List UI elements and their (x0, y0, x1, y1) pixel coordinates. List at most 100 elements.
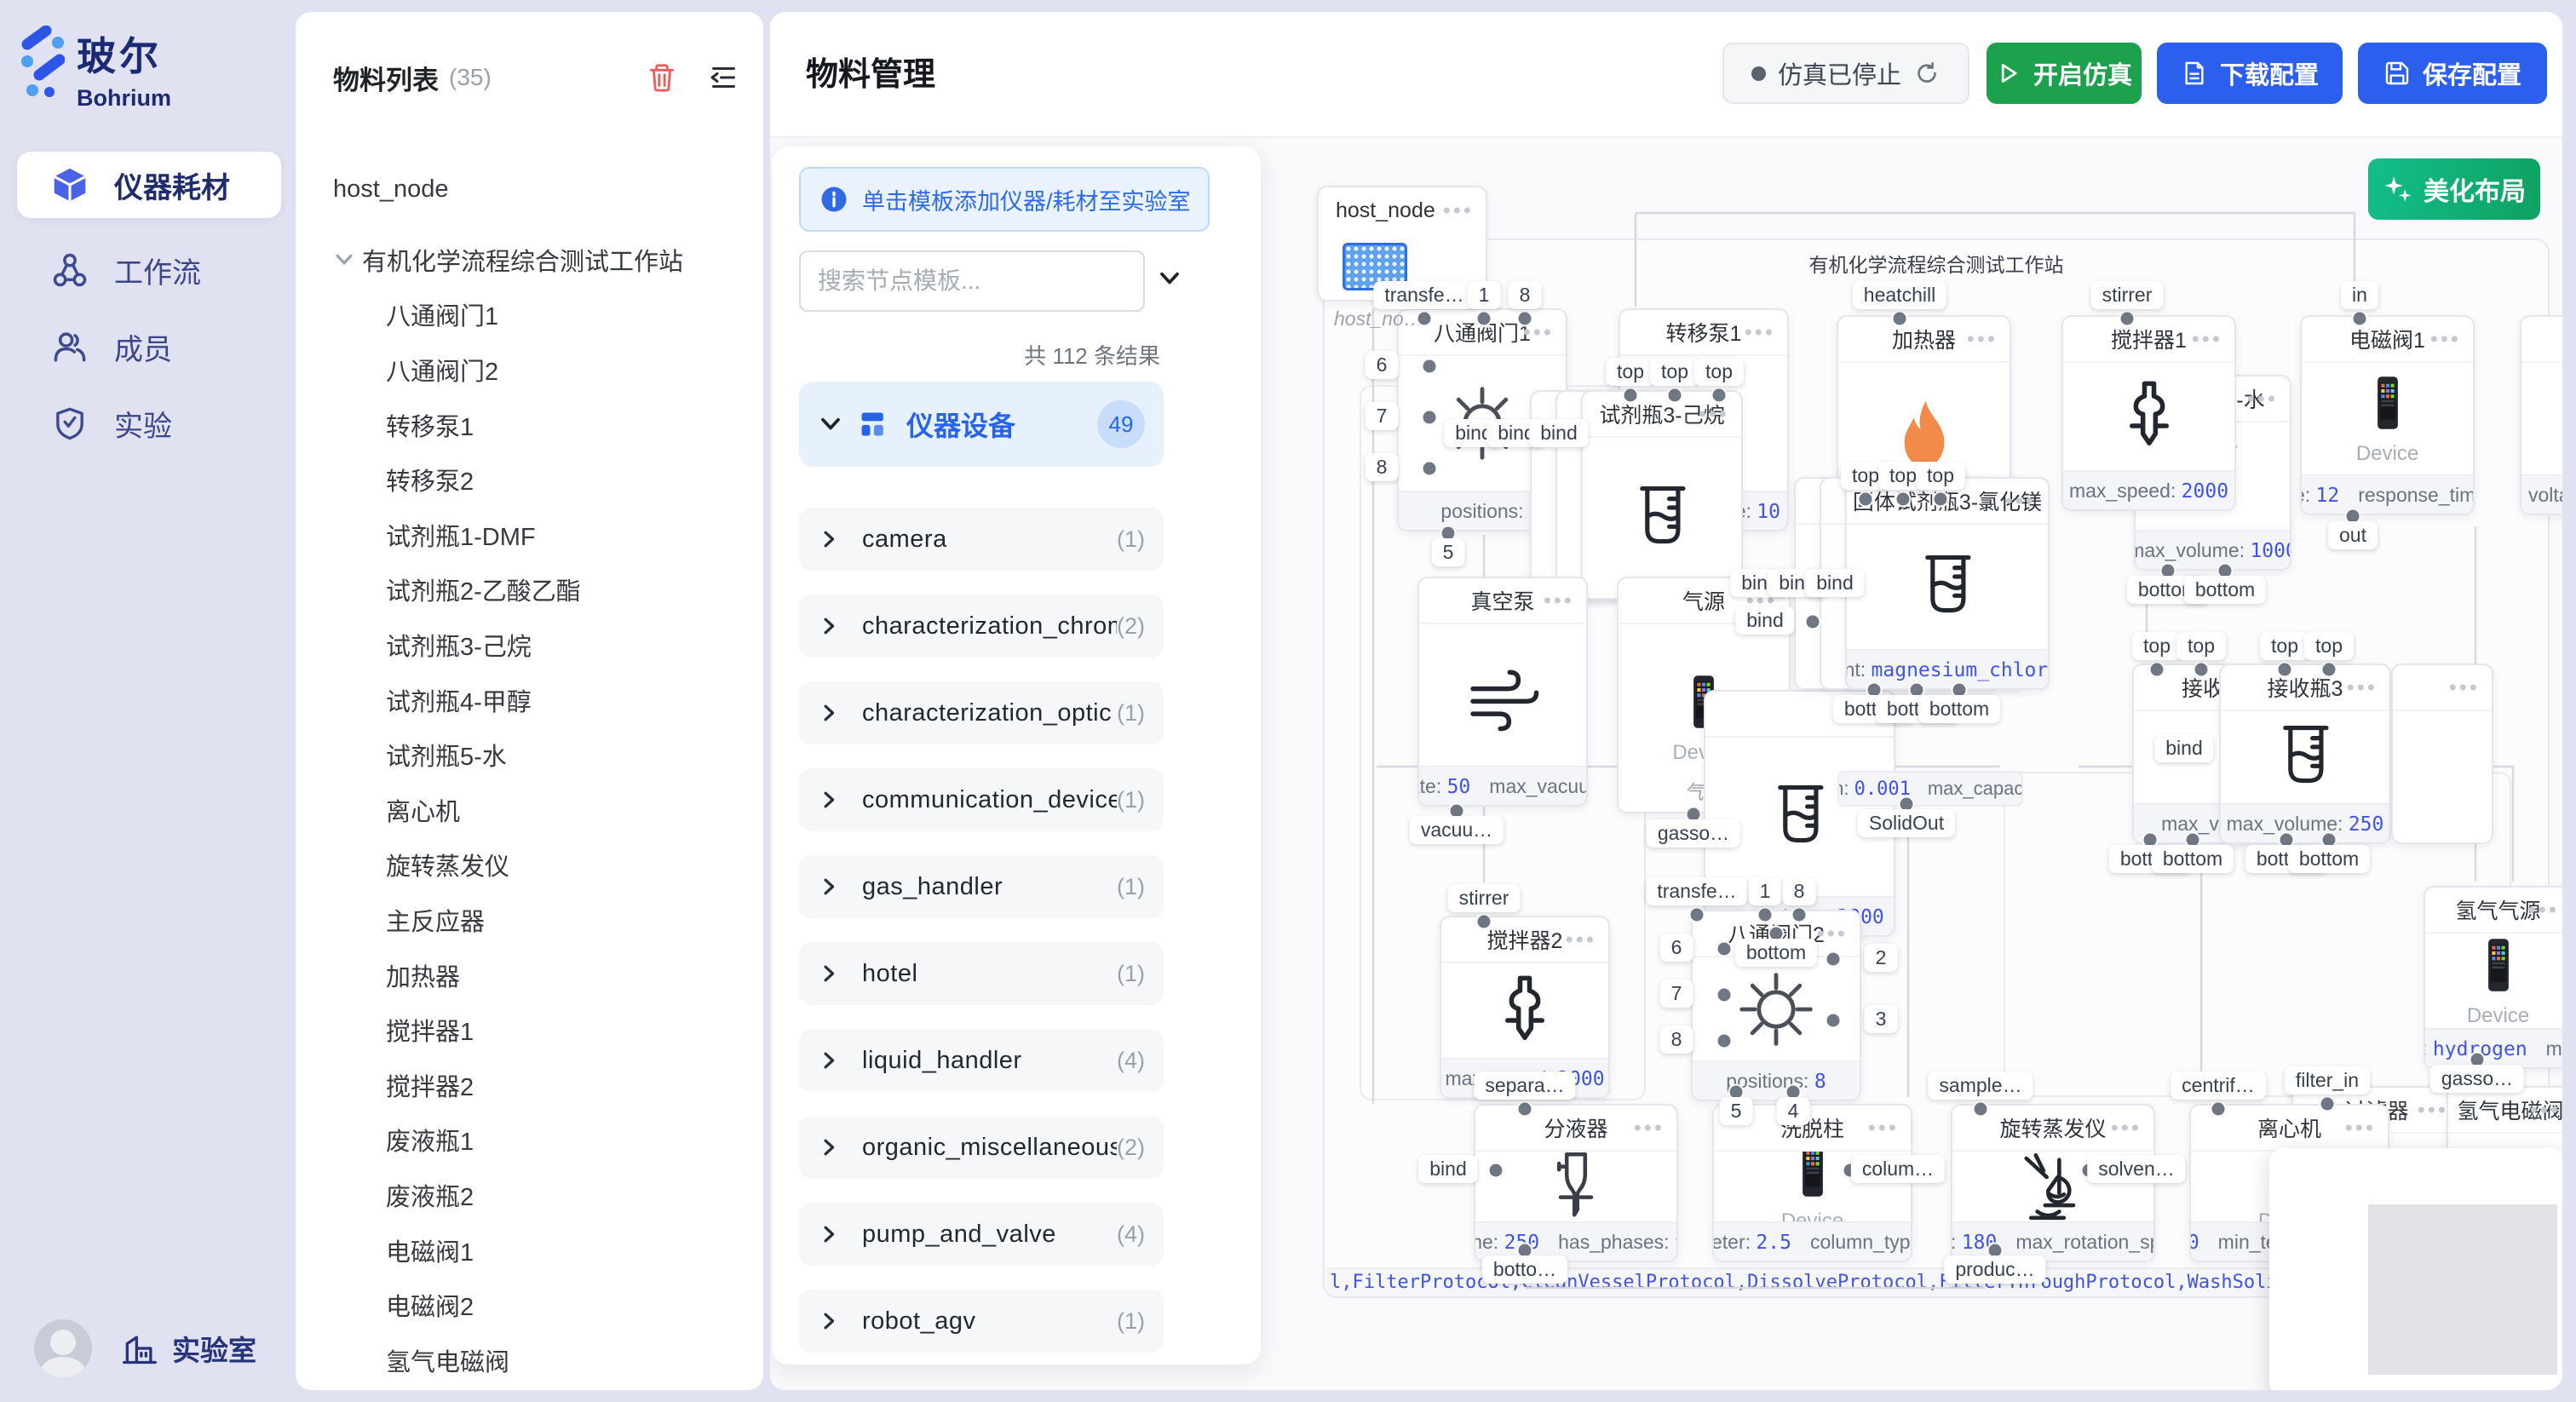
port-handle[interactable] (1826, 951, 1842, 968)
port-handle[interactable] (1805, 614, 1821, 630)
port-handle[interactable] (2320, 1096, 2336, 1112)
node-menu-icon[interactable]: ••• (1817, 921, 1848, 947)
node-menu-icon[interactable]: ••• (2530, 1097, 2561, 1123)
node-固体试剂瓶3-氯化镁[interactable]: 固体试剂瓶3-氯化镁••• agent: magnesium_chloride (1845, 477, 2050, 690)
node-洗脱柱[interactable]: 洗脱柱••• Devicediameter: 2.5column_type: s… (1712, 1104, 1912, 1262)
port-handle[interactable] (2352, 311, 2368, 327)
port-handle[interactable] (2194, 662, 2210, 678)
node-电磁阀2[interactable]: 电磁阀2•••voltage: 12 (2520, 315, 2562, 515)
port-handle[interactable] (1422, 359, 1438, 375)
node-menu-icon[interactable]: ••• (2449, 675, 2480, 701)
minimap-viewport[interactable] (2368, 1204, 2557, 1375)
port-handle[interactable] (1422, 461, 1438, 477)
port-handle[interactable] (1895, 491, 1912, 508)
port-handle[interactable] (1858, 491, 1874, 508)
node-menu-icon[interactable]: ••• (2430, 326, 2461, 353)
tree-item[interactable]: 氢气电磁阀 (333, 1332, 750, 1388)
tree-item[interactable]: 八通阀门2 (333, 342, 750, 398)
node-menu-icon[interactable]: ••• (2418, 1097, 2448, 1123)
port-handle[interactable] (1791, 907, 1808, 923)
sidebar-item-laboratory[interactable]: 实验室 (121, 1328, 256, 1369)
tree-item[interactable]: 离心机 (333, 783, 750, 838)
port-handle[interactable] (2277, 662, 2293, 678)
port-handle[interactable] (1711, 388, 1728, 404)
tree-item[interactable]: 转移泵2 (333, 452, 750, 508)
category-row-characterization_chromatic[interactable]: characterization_chromatic(2) (799, 595, 1164, 658)
tree-item-root[interactable]: host_node (333, 162, 750, 217)
node-menu-icon[interactable]: ••• (1634, 1115, 1665, 1141)
node-分液器[interactable]: 分液器••• volume: 250has_phases: true (1474, 1104, 1678, 1262)
node-menu-icon[interactable]: ••• (2247, 386, 2278, 412)
category-row-robot_agv[interactable]: robot_agv(1) (799, 1290, 1164, 1353)
tree-item[interactable]: 加热器 (333, 947, 750, 1003)
port-handle[interactable] (1716, 987, 1733, 1003)
beautify-layout-button[interactable]: 美化布局 (2368, 158, 2540, 220)
refresh-icon[interactable] (1913, 60, 1941, 87)
tree-item[interactable]: 搅拌器1 (333, 1003, 750, 1058)
port-handle[interactable] (1517, 311, 1533, 327)
node-试剂瓶3-己烷[interactable]: 试剂瓶3-己烷••• (1581, 390, 1743, 600)
category-row-liquid_handler[interactable]: liquid_handler(4) (799, 1029, 1164, 1092)
simulation-status-badge[interactable]: 仿真已停止 (1722, 43, 1969, 104)
tree-item[interactable]: 搅拌器2 (333, 1058, 750, 1113)
node-menu-icon[interactable]: ••• (1566, 927, 1596, 953)
sidebar-item-workflow[interactable]: 工作流 (17, 237, 281, 303)
tree-item[interactable]: 电磁阀1 (333, 1222, 750, 1278)
port-handle[interactable] (1667, 388, 1683, 404)
sidebar-item-instruments[interactable]: 仪器耗材 (17, 152, 281, 218)
port-handle[interactable] (1892, 311, 1908, 327)
node-真空泵[interactable]: 真空泵••• ump_rate: 50max_vacuum: 0.1 (1417, 577, 1588, 807)
node-旋转蒸发仪[interactable]: 旋转蒸发仪••• temp: 180max_rotation_speed: (1951, 1104, 2155, 1262)
tree-item[interactable]: 电磁阀2 (333, 1278, 750, 1333)
trash-icon[interactable] (646, 61, 678, 94)
port-handle[interactable] (1716, 1033, 1733, 1049)
node-menu-icon[interactable]: ••• (2347, 675, 2378, 701)
tree-item[interactable]: 主反应器 (333, 893, 750, 948)
tree-item[interactable]: 试剂瓶2-乙酸乙酯 (333, 562, 750, 618)
port-handle[interactable] (1826, 1013, 1842, 1029)
node-menu-icon[interactable]: ••• (2005, 488, 2036, 514)
port-handle[interactable] (1417, 311, 1433, 327)
tree-item[interactable]: 八通阀门1 (333, 287, 750, 342)
category-row-communication_devices[interactable]: communication_devices(1) (799, 768, 1164, 831)
port-handle[interactable] (1623, 388, 1639, 404)
category-group-instruments[interactable]: 仪器设备 49 (799, 382, 1164, 467)
category-row-gas_handler[interactable]: gas_handler(1) (799, 855, 1164, 918)
port-handle[interactable] (2119, 311, 2136, 327)
node-搅拌器1[interactable]: 搅拌器1••• max_speed: 2000 (2061, 315, 2236, 511)
port-handle[interactable] (1757, 907, 1774, 923)
tree-item[interactable]: 废液瓶2 (333, 1168, 750, 1223)
tree-item[interactable]: 真空泵 (333, 1388, 750, 1390)
node-menu-icon[interactable]: ••• (2528, 897, 2559, 923)
port-handle[interactable] (1517, 1101, 1533, 1118)
port-handle[interactable] (1476, 914, 1492, 930)
node-menu-icon[interactable]: ••• (1443, 198, 1474, 224)
category-row-pump_and_valve[interactable]: pump_and_valve(4) (799, 1203, 1164, 1266)
node-menu-icon[interactable]: ••• (2111, 1115, 2142, 1141)
sidebar-item-members[interactable]: 成员 (17, 313, 281, 380)
node-接收瓶3[interactable]: 接收瓶3••• max_volume: 250 (2219, 664, 2391, 844)
search-template-input[interactable] (799, 250, 1145, 312)
port-handle[interactable] (2211, 1101, 2227, 1118)
sidebar-item-experiments[interactable]: 实验 (17, 390, 281, 457)
category-row-organic_miscellaneous[interactable]: organic_miscellaneous(2) (799, 1116, 1164, 1179)
tree-item[interactable]: 试剂瓶1-DMF (333, 508, 750, 563)
tree-item[interactable]: 试剂瓶5-水 (333, 727, 750, 783)
save-config-button[interactable]: 保存配置 (2358, 43, 2547, 104)
node-menu-icon[interactable]: ••• (1967, 326, 1998, 353)
node-menu-icon[interactable]: ••• (1699, 401, 1729, 428)
port-handle[interactable] (2321, 662, 2337, 678)
port-handle[interactable] (1689, 907, 1705, 923)
start-simulation-button[interactable]: 开启仿真 (1987, 43, 2142, 104)
node-电磁阀1[interactable]: 电磁阀1••• Devicevoltage: 12response_time: … (2300, 315, 2475, 515)
node-menu-icon[interactable]: ••• (1544, 588, 1574, 614)
port-handle[interactable] (1973, 1101, 1989, 1118)
collapse-panel-icon[interactable] (707, 62, 738, 93)
port-handle[interactable] (1716, 941, 1733, 957)
port-handle[interactable] (1422, 410, 1438, 426)
chevron-down-icon[interactable] (1157, 266, 1182, 291)
node-menu-icon[interactable]: ••• (2192, 326, 2222, 353)
chevron-down-icon[interactable] (333, 249, 362, 271)
tree-item[interactable]: 试剂瓶4-甲醇 (333, 672, 750, 727)
node-menu-icon[interactable]: ••• (1868, 1115, 1899, 1141)
